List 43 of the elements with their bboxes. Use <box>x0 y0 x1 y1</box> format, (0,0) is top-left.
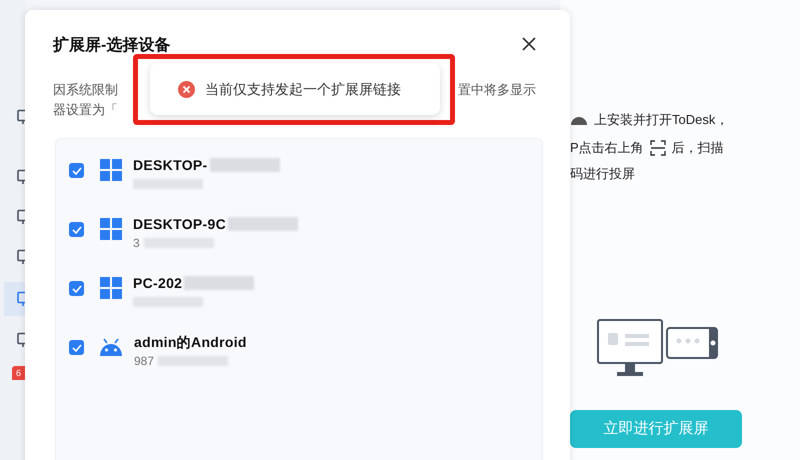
windows-icon <box>100 159 122 181</box>
device-id: 987 <box>134 353 154 370</box>
description-text: 置中将多显示 <box>458 81 536 99</box>
checkbox[interactable] <box>69 281 84 296</box>
checkbox[interactable] <box>69 163 84 178</box>
device-name: DESKTOP-9C <box>133 214 226 234</box>
scan-icon <box>650 140 666 156</box>
android-icon <box>570 114 588 125</box>
instruction-text: 后，扫描 <box>672 139 724 157</box>
redaction-blur <box>184 276 254 290</box>
monitor-icon <box>16 291 26 307</box>
checkbox[interactable] <box>69 222 84 237</box>
check-icon <box>72 344 82 352</box>
description-text: 器设置为「 <box>53 101 118 119</box>
windows-icon <box>100 218 122 240</box>
device-id: 3 <box>133 235 140 252</box>
instruction-text: 上安装并打开ToDesk， <box>594 111 728 129</box>
monitor-icon <box>16 169 26 185</box>
extend-screen-button[interactable]: 立即进行扩展屏 <box>570 410 742 448</box>
device-name: PC-202 <box>133 274 182 292</box>
check-icon <box>72 284 82 292</box>
check-icon <box>72 166 82 174</box>
redaction-blur <box>210 158 280 172</box>
redaction-blur <box>228 217 298 231</box>
android-icon <box>99 338 123 356</box>
error-icon <box>178 80 195 98</box>
close-icon[interactable] <box>522 37 536 51</box>
device-name: DESKTOP- <box>133 156 208 174</box>
monitor-icon <box>16 332 26 348</box>
monitor-icon <box>16 249 26 265</box>
instruction-text: P点击右上角 <box>570 139 644 157</box>
checkbox[interactable] <box>69 340 84 355</box>
toast-message: 当前仅支持发起一个扩展屏链接 <box>205 80 401 98</box>
dialog-title: 扩展屏-选择设备 <box>53 35 170 56</box>
monitor-icon <box>16 109 26 125</box>
monitor-icon <box>16 209 26 225</box>
instruction-text: 码进行投屏 <box>570 165 635 183</box>
description-text: 因系统限制 <box>53 81 118 99</box>
device-name: admin的Android <box>134 332 247 352</box>
check-icon <box>72 226 82 234</box>
sidebar-item[interactable] <box>4 282 26 316</box>
windows-icon <box>100 277 122 299</box>
notification-badge: 6 <box>12 366 25 380</box>
